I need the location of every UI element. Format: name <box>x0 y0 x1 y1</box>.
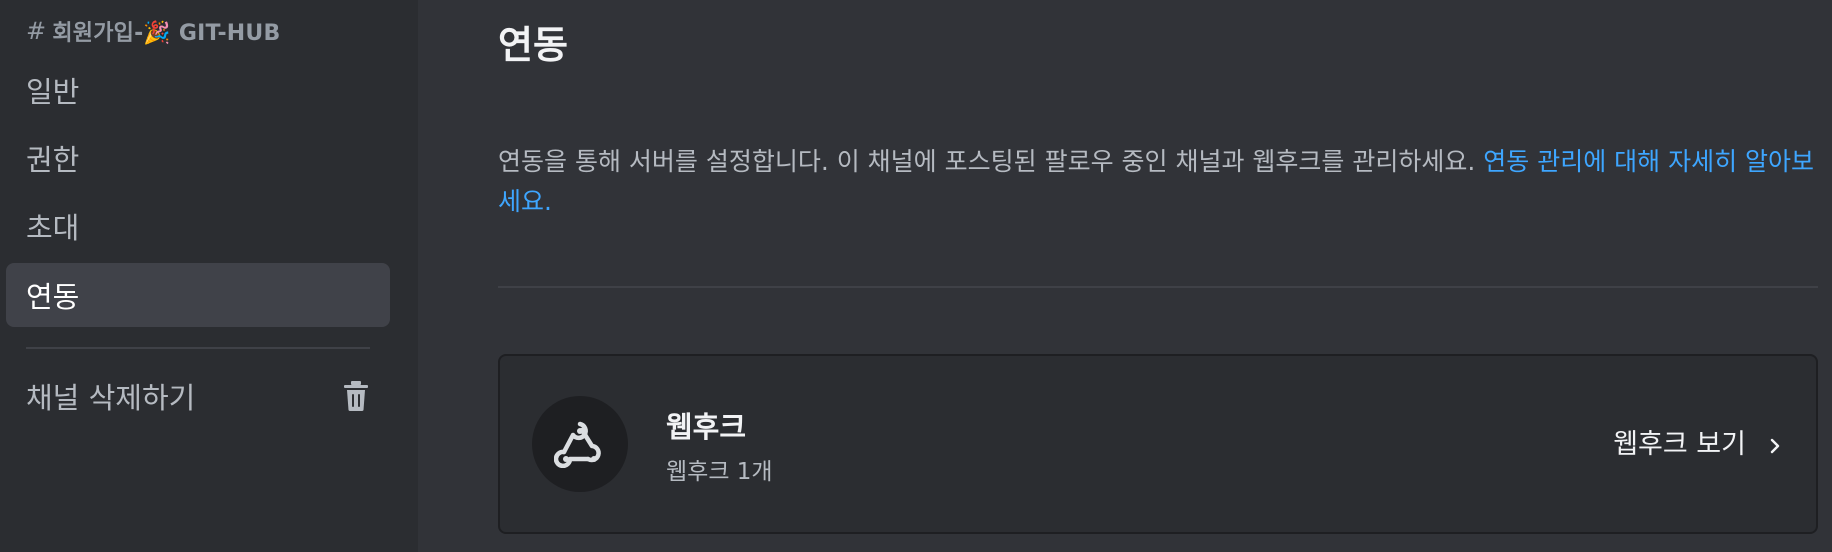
page-title: 연동 <box>498 23 568 67</box>
sidebar-item-label: 초대 <box>26 211 80 245</box>
channel-name: 회원가입-🎉 GIT-HUB <box>52 21 281 46</box>
sidebar-item-permissions[interactable]: 권한 <box>6 126 390 190</box>
delete-channel-label: 채널 삭제하기 <box>26 381 196 415</box>
webhook-icon <box>532 396 628 492</box>
integrations-description: 연동을 통해 서버를 설정합니다. 이 채널에 포스팅된 팔로우 중인 채널과 … <box>498 142 1828 222</box>
description-text: 연동을 통해 서버를 설정합니다. 이 채널에 포스팅된 팔로우 중인 채널과 … <box>498 147 1484 176</box>
webhooks-count: 웹후크 1개 <box>666 459 773 485</box>
sidebar: # 회원가입-🎉 GIT-HUB 일반 권한 초대 연동 채널 삭제하기 <box>0 0 418 552</box>
main-content: 연동 연동을 통해 서버를 설정합니다. 이 채널에 포스팅된 팔로우 중인 채… <box>418 0 1832 552</box>
chevron-right-icon <box>1768 432 1782 453</box>
webhooks-title: 웹후크 <box>666 410 747 444</box>
hash-icon: # <box>26 17 47 45</box>
view-webhooks-button[interactable]: 웹후크 보기 <box>1613 422 1782 461</box>
sidebar-divider <box>26 347 370 349</box>
sidebar-item-general[interactable]: 일반 <box>6 58 390 122</box>
delete-channel-button[interactable]: 채널 삭제하기 <box>6 364 390 428</box>
channel-header: # 회원가입-🎉 GIT-HUB <box>26 16 280 46</box>
sidebar-item-label: 권한 <box>26 143 80 177</box>
sidebar-item-label: 연동 <box>26 280 80 314</box>
app-window: # 회원가입-🎉 GIT-HUB 일반 권한 초대 연동 채널 삭제하기 연동 … <box>0 0 1832 552</box>
view-webhooks-label: 웹후크 보기 <box>1613 429 1746 460</box>
section-divider <box>498 286 1818 288</box>
webhooks-card[interactable]: 웹후크 웹후크 1개 웹후크 보기 <box>498 354 1818 534</box>
trash-icon <box>342 380 370 412</box>
sidebar-item-invites[interactable]: 초대 <box>6 194 390 258</box>
sidebar-item-integrations[interactable]: 연동 <box>6 263 390 327</box>
sidebar-item-label: 일반 <box>26 75 80 109</box>
